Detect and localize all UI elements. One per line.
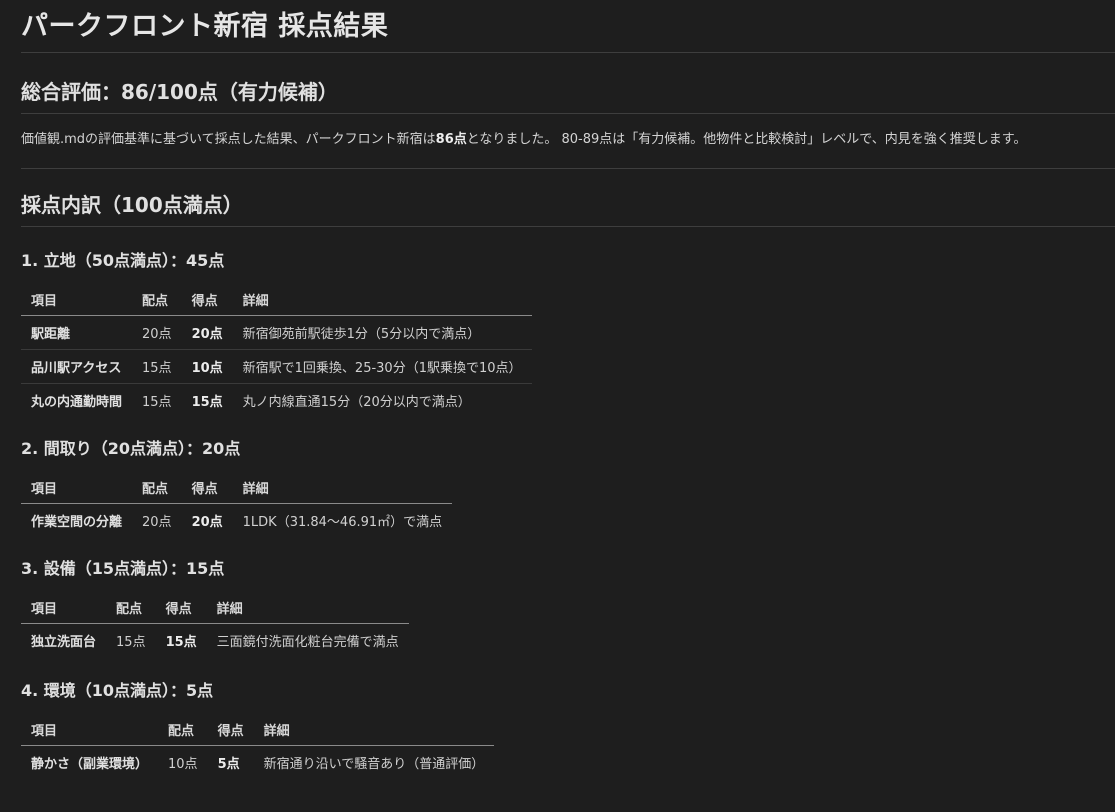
- cell-detail: 新宿御苑前駅徒歩1分（5分以内で満点）: [232, 315, 532, 350]
- document-page: パークフロント新宿 採点結果 総合評価：86/100点（有力候補） 価値観.md…: [0, 0, 1115, 812]
- cell-item: 独立洗面台: [31, 635, 97, 650]
- column-header: 得点: [155, 591, 207, 624]
- column-header: 項目: [21, 591, 107, 624]
- cell-detail: 1LDK（31.84〜46.91㎡）で満点: [242, 515, 443, 530]
- column-header: 得点: [181, 283, 233, 316]
- column-header: 配点: [132, 283, 182, 316]
- column-header: 詳細: [232, 283, 532, 316]
- table-row: 駅距離 20点 20点 新宿御苑前駅徒歩1分（5分以内で満点）: [21, 315, 532, 350]
- section-heading: 3. 設備（15点満点）：15点: [21, 559, 225, 578]
- cell-detail: 丸ノ内線直通15分（20分以内で満点）: [242, 395, 471, 410]
- cell-score: 5点: [217, 757, 240, 772]
- cell-detail: 新宿駅で1回乗換、25-30分（1駅乗換で10点）: [232, 349, 532, 384]
- section-heading: 4. 環境（10点満点）：5点: [21, 681, 214, 700]
- page-title: パークフロント新宿 採点結果: [21, 10, 1115, 53]
- table-row: 静かさ（副業環境） 10点 5点 新宿通り沿いで騒音あり（普通評価）: [21, 746, 494, 780]
- breakdown-heading: 採点内訳（100点満点）: [21, 193, 1115, 227]
- cell-item: 静かさ（副業環境）: [31, 757, 149, 772]
- cell-detail: 三面鏡付洗面化粧台完備で満点: [216, 635, 399, 650]
- cell-allot: 20点: [142, 515, 172, 530]
- cell-item: 丸の内通勤時間: [31, 395, 123, 410]
- overall-summary: 価値観.mdの評価基準に基づいて採点した結果、パークフロント新宿は86点となりま…: [21, 114, 1115, 169]
- table-row: 品川駅アクセス 15点 10点 新宿駅で1回乗換、25-30分（1駅乗換で10点…: [21, 349, 532, 384]
- column-header: 項目: [21, 471, 133, 504]
- score-table: 項目 配点 得点 詳細 独立洗面台 15点 15点 三面鏡付洗面化粧台完備で満点: [21, 591, 409, 657]
- score-table: 項目 配点 得点 詳細 駅距離 20点 20点 新宿御苑前駅徒歩1分（5分以内で…: [21, 283, 532, 417]
- cell-score: 15点: [191, 395, 223, 410]
- cell-detail: 新宿通り沿いで騒音あり（普通評価）: [263, 757, 485, 772]
- column-header: 配点: [106, 591, 156, 624]
- cell-allot: 15点: [132, 349, 182, 384]
- column-header: 詳細: [232, 471, 453, 504]
- score-table: 項目 配点 得点 詳細 作業空間の分離 20点 20点 1LDK（31.84〜4…: [21, 471, 453, 538]
- cell-score: 15点: [165, 635, 197, 650]
- column-header: 項目: [21, 713, 159, 746]
- summary-text-post: となりました。 80-89点は「有力候補。他物件と比較検討」レベルで、内見を強く…: [466, 132, 1027, 147]
- table-row: 独立洗面台 15点 15点 三面鏡付洗面化粧台完備で満点: [21, 624, 409, 658]
- table-row: 丸の内通勤時間 15点 15点 丸ノ内線直通15分（20分以内で満点）: [21, 384, 532, 418]
- cell-allot: 20点: [132, 315, 182, 350]
- column-header: 配点: [158, 713, 208, 746]
- column-header: 詳細: [253, 713, 495, 746]
- column-header: 配点: [132, 471, 182, 504]
- cell-score: 20点: [191, 515, 223, 530]
- table-header-row: 項目 配点 得点 詳細: [21, 471, 453, 504]
- section-heading: 2. 間取り（20点満点）：20点: [21, 439, 241, 458]
- column-header: 得点: [181, 471, 233, 504]
- summary-text-pre: 価値観.mdの評価基準に基づいて採点した結果、パークフロント新宿は: [21, 132, 436, 147]
- cell-allot: 15点: [116, 635, 146, 650]
- table-header-row: 項目 配点 得点 詳細: [21, 283, 532, 316]
- section-environment: 4. 環境（10点満点）：5点 項目 配点 得点 詳細 静かさ（副業環境） 10…: [21, 681, 1115, 779]
- overall-heading: 総合評価：86/100点（有力候補）: [21, 80, 1115, 114]
- cell-allot: 15点: [142, 395, 172, 410]
- table-header-row: 項目 配点 得点 詳細: [21, 591, 409, 624]
- cell-score: 10点: [181, 349, 233, 384]
- table-row: 作業空間の分離 20点 20点 1LDK（31.84〜46.91㎡）で満点: [21, 504, 452, 538]
- column-header: 得点: [207, 713, 254, 746]
- column-header: 項目: [21, 283, 133, 316]
- cell-item: 作業空間の分離: [31, 515, 123, 530]
- cell-item: 品川駅アクセス: [21, 349, 133, 384]
- column-header: 詳細: [206, 591, 409, 624]
- cell-allot: 10点: [168, 757, 198, 772]
- section-location: 1. 立地（50点満点）：45点 項目 配点 得点 詳細 駅距離 20点 20点…: [21, 251, 1115, 417]
- section-facilities: 3. 設備（15点満点）：15点 項目 配点 得点 詳細 独立洗面台 15点 1…: [21, 559, 1115, 657]
- score-table: 項目 配点 得点 詳細 静かさ（副業環境） 10点 5点 新宿通り沿いで騒音あり…: [21, 713, 495, 780]
- summary-score: 86点: [435, 132, 467, 147]
- section-heading: 1. 立地（50点満点）：45点: [21, 251, 225, 270]
- cell-item: 駅距離: [21, 315, 133, 350]
- cell-score: 20点: [181, 315, 233, 350]
- table-header-row: 項目 配点 得点 詳細: [21, 713, 495, 746]
- section-layout: 2. 間取り（20点満点）：20点 項目 配点 得点 詳細 作業空間の分離 20…: [21, 439, 1115, 537]
